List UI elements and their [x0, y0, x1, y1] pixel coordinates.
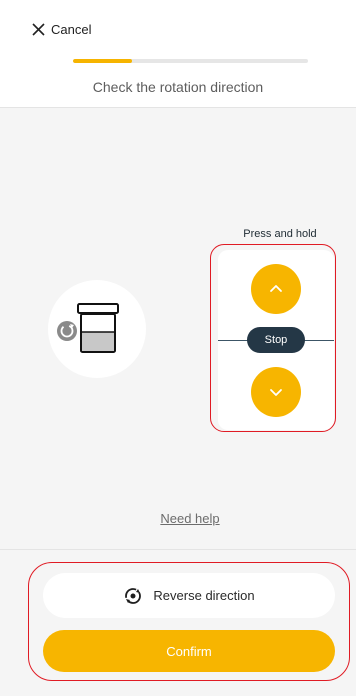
close-icon — [32, 23, 45, 36]
footer-divider — [0, 549, 356, 550]
progress-fill — [73, 59, 132, 63]
chevron-down-icon — [270, 389, 282, 396]
confirm-button[interactable]: Confirm — [43, 630, 335, 672]
progress-bar — [73, 59, 308, 63]
press-hold-label: Press and hold — [243, 228, 317, 240]
container-illustration-icon — [57, 303, 119, 353]
footer — [0, 549, 356, 696]
stop-button[interactable]: Stop — [247, 327, 305, 353]
rotate-icon — [125, 587, 142, 604]
content-divider — [0, 107, 356, 108]
header: Cancel Check the rotation direction — [0, 0, 356, 107]
chevron-up-icon — [270, 285, 282, 292]
page-subtitle: Check the rotation direction — [92, 79, 264, 95]
rotate-down-button[interactable] — [251, 367, 301, 417]
cancel-label: Cancel — [51, 22, 92, 37]
need-help-link[interactable]: Need help — [0, 511, 356, 526]
rotate-up-button[interactable] — [251, 264, 301, 314]
device-illustration — [48, 280, 146, 378]
cancel-button[interactable]: Cancel — [32, 22, 91, 37]
reverse-direction-label: Reverse direction — [153, 588, 255, 603]
reverse-direction-button[interactable]: Reverse direction — [43, 573, 335, 618]
